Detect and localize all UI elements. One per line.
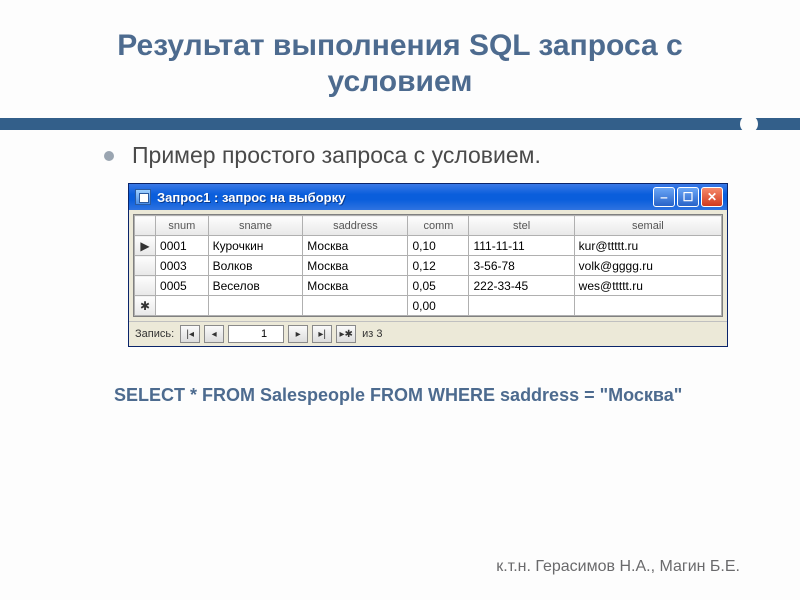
col-header-comm[interactable]: comm bbox=[408, 216, 469, 236]
cell-stel[interactable] bbox=[469, 296, 574, 316]
cell-saddress[interactable]: Москва bbox=[303, 236, 408, 256]
cell-comm[interactable]: 0,05 bbox=[408, 276, 469, 296]
header-row: snum sname saddress comm stel semail bbox=[135, 216, 722, 236]
title-stripe bbox=[0, 118, 800, 130]
row-selector[interactable] bbox=[135, 256, 156, 276]
maximize-button[interactable]: ☐ bbox=[677, 187, 699, 207]
bullet-dot-icon bbox=[104, 151, 114, 161]
cell-semail[interactable]: wes@ttttt.ru bbox=[574, 276, 721, 296]
window-titlebar[interactable]: Запрос1 : запрос на выборку ‒ ☐ ✕ bbox=[129, 184, 727, 210]
col-header-saddress[interactable]: saddress bbox=[303, 216, 408, 236]
new-record-row[interactable]: ✱ 0,00 bbox=[135, 296, 722, 316]
cell-stel[interactable]: 222-33-45 bbox=[469, 276, 574, 296]
cell-comm[interactable]: 0,12 bbox=[408, 256, 469, 276]
cell-sname[interactable]: Веселов bbox=[208, 276, 303, 296]
col-header-sname[interactable]: sname bbox=[208, 216, 303, 236]
cell-semail[interactable]: volk@gggg.ru bbox=[574, 256, 721, 276]
cell-saddress[interactable] bbox=[303, 296, 408, 316]
cell-comm[interactable]: 0,10 bbox=[408, 236, 469, 256]
cell-stel[interactable]: 3-56-78 bbox=[469, 256, 574, 276]
close-button[interactable]: ✕ bbox=[701, 187, 723, 207]
table-row[interactable]: 0003 Волков Москва 0,12 3-56-78 volk@ggg… bbox=[135, 256, 722, 276]
cell-snum[interactable]: 0005 bbox=[156, 276, 209, 296]
cell-snum[interactable]: 0003 bbox=[156, 256, 209, 276]
slide-title: Результат выполнения SQL запроса с услов… bbox=[50, 28, 750, 100]
row-selector[interactable] bbox=[135, 276, 156, 296]
data-grid: snum sname saddress comm stel semail ▶ 0… bbox=[133, 214, 723, 317]
sql-statement: SELECT * FROM Salespeople FROM WHERE sad… bbox=[104, 385, 750, 406]
window-title-text: Запрос1 : запрос на выборку bbox=[157, 190, 653, 205]
cell-saddress[interactable]: Москва bbox=[303, 276, 408, 296]
record-navigator: Запись: |◂ ◂ ▸ ▸| ▸✱ из 3 bbox=[129, 321, 727, 346]
footer-credits: к.т.н. Герасимов Н.А., Магин Б.Е. bbox=[496, 558, 740, 576]
nav-next-button[interactable]: ▸ bbox=[288, 325, 308, 343]
nav-prev-button[interactable]: ◂ bbox=[204, 325, 224, 343]
cell-sname[interactable]: Курочкин bbox=[208, 236, 303, 256]
row-selector-current-icon[interactable]: ▶ bbox=[135, 236, 156, 256]
cell-snum[interactable]: 0001 bbox=[156, 236, 209, 256]
col-header-semail[interactable]: semail bbox=[574, 216, 721, 236]
nav-current-input[interactable] bbox=[228, 325, 284, 343]
cell-semail[interactable] bbox=[574, 296, 721, 316]
row-selector-header[interactable] bbox=[135, 216, 156, 236]
cell-semail[interactable]: kur@ttttt.ru bbox=[574, 236, 721, 256]
row-selector-new-icon[interactable]: ✱ bbox=[135, 296, 156, 316]
cell-snum[interactable] bbox=[156, 296, 209, 316]
window-app-icon bbox=[135, 189, 151, 205]
nav-new-button[interactable]: ▸✱ bbox=[336, 325, 356, 343]
bullet-item: Пример простого запроса с условием. bbox=[104, 142, 750, 169]
cell-stel[interactable]: 111-11-11 bbox=[469, 236, 574, 256]
nav-label: Запись: bbox=[135, 328, 174, 340]
nav-first-button[interactable]: |◂ bbox=[180, 325, 200, 343]
cell-comm[interactable]: 0,00 bbox=[408, 296, 469, 316]
cell-saddress[interactable]: Москва bbox=[303, 256, 408, 276]
cell-sname[interactable] bbox=[208, 296, 303, 316]
cell-sname[interactable]: Волков bbox=[208, 256, 303, 276]
bullet-text: Пример простого запроса с условием. bbox=[132, 142, 541, 169]
minimize-button[interactable]: ‒ bbox=[653, 187, 675, 207]
nav-last-button[interactable]: ▸| bbox=[312, 325, 332, 343]
nav-total-text: из 3 bbox=[362, 328, 382, 340]
col-header-snum[interactable]: snum bbox=[156, 216, 209, 236]
col-header-stel[interactable]: stel bbox=[469, 216, 574, 236]
table-row[interactable]: ▶ 0001 Курочкин Москва 0,10 111-11-11 ku… bbox=[135, 236, 722, 256]
query-window: Запрос1 : запрос на выборку ‒ ☐ ✕ snum s… bbox=[128, 183, 728, 347]
table-row[interactable]: 0005 Веселов Москва 0,05 222-33-45 wes@t… bbox=[135, 276, 722, 296]
